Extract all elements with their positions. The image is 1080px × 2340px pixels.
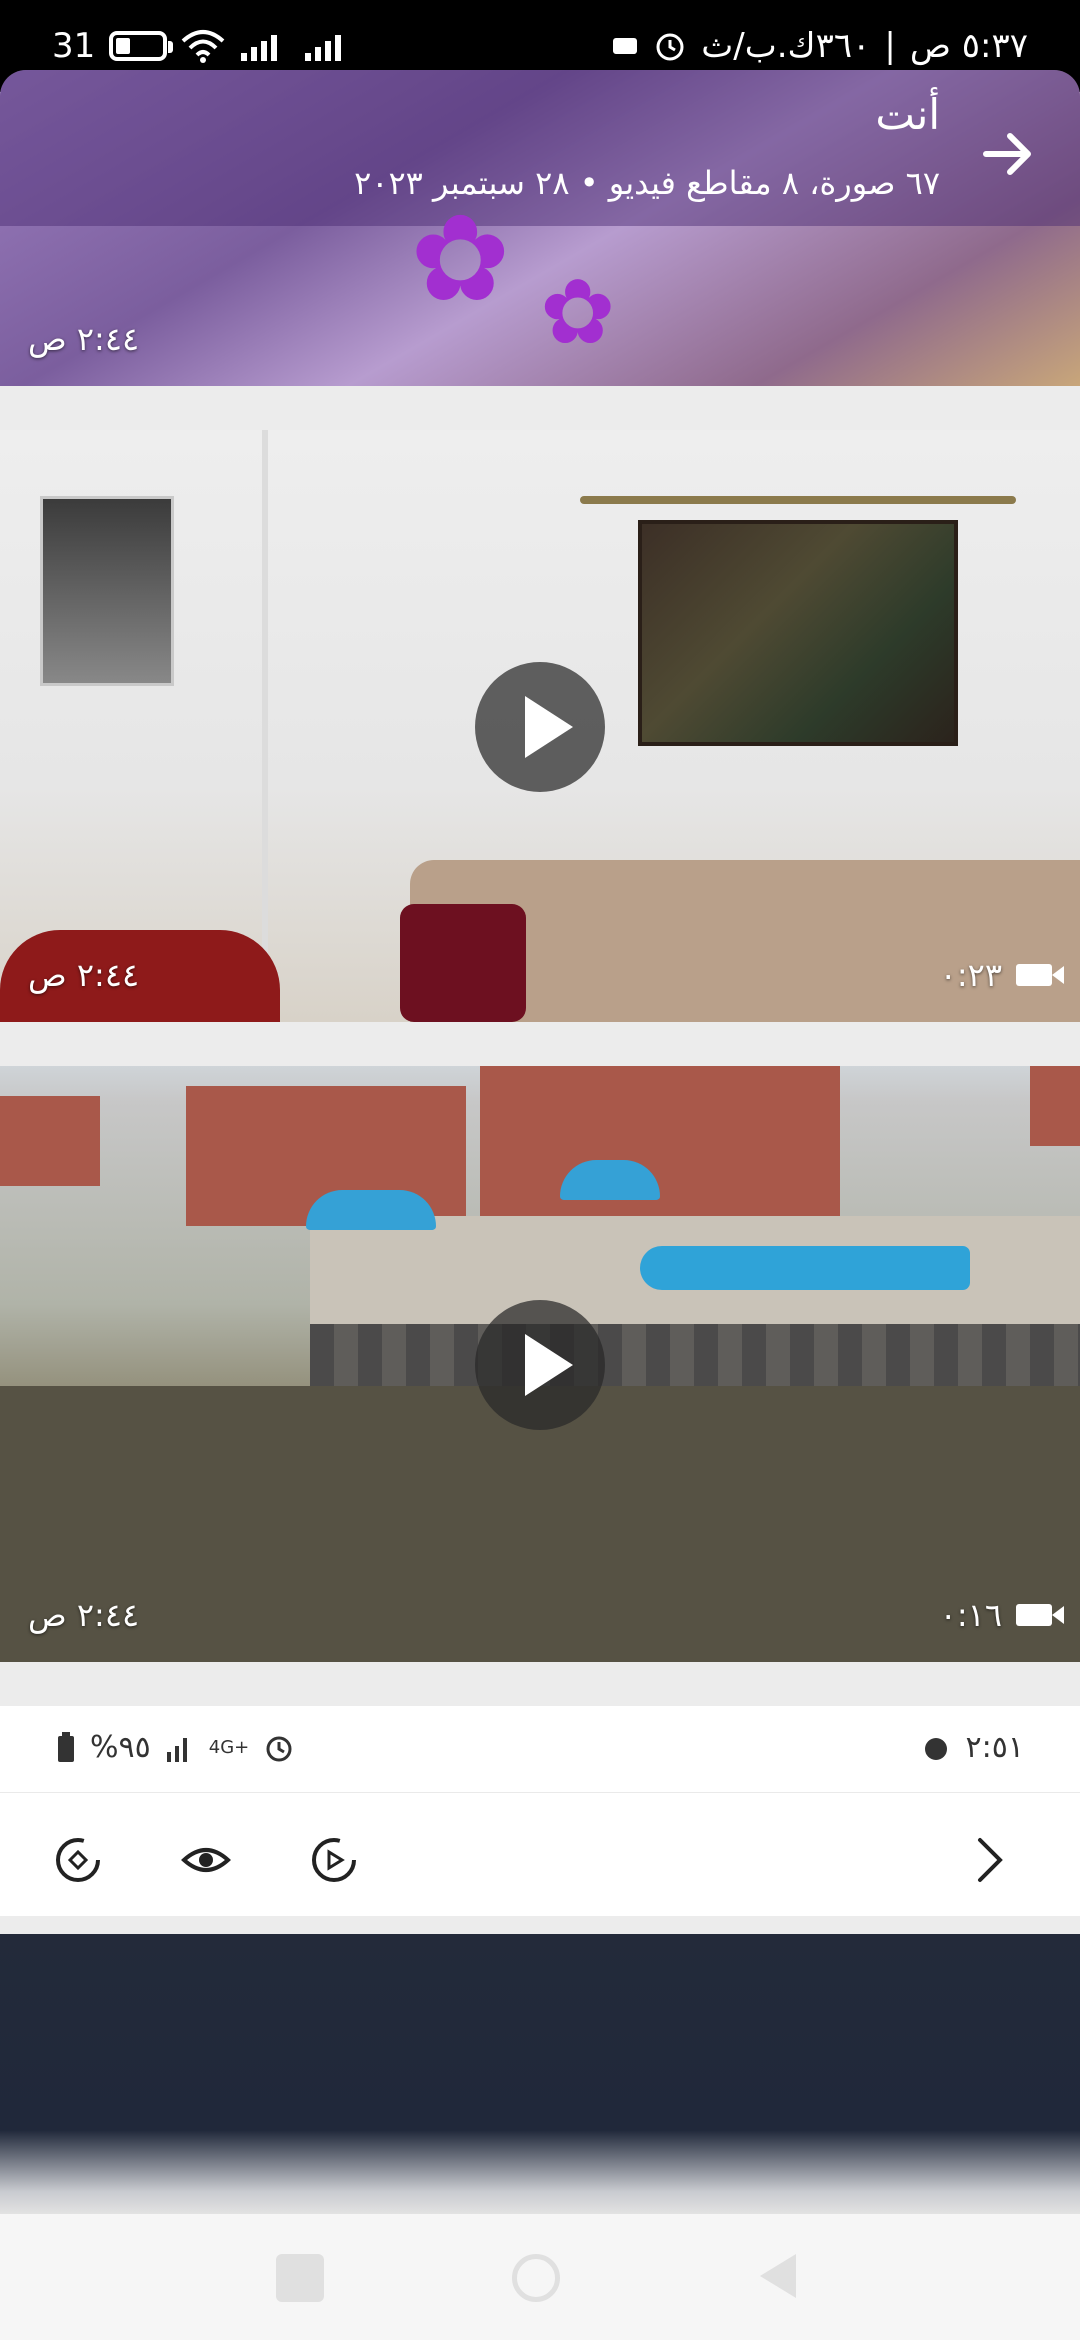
battery-percent: %٩٥ — [90, 1730, 151, 1765]
timestamp: ٢:٤٤ ص — [28, 1596, 140, 1634]
portrait-painting — [40, 496, 174, 686]
alarm-icon — [266, 1736, 292, 1761]
replay-icon[interactable] — [308, 1834, 360, 1886]
video-camera-icon — [1016, 1604, 1064, 1626]
separator: | — [884, 26, 896, 66]
panel-status-left: %٩٥ 4G+ — [56, 1730, 295, 1765]
recents-button[interactable] — [276, 2254, 324, 2302]
arrow-right-icon[interactable] — [976, 122, 1040, 186]
network-speed: ٣٦٠ك.ب/ث — [701, 26, 871, 66]
curtain-rod — [580, 496, 1016, 504]
panel-status-right: ٢:٥١ — [920, 1730, 1024, 1765]
network-type: 4G+ — [208, 1737, 250, 1758]
home-button[interactable] — [512, 2254, 560, 2302]
alarm-icon — [656, 33, 684, 61]
signal-label: 31 — [52, 26, 96, 66]
clock: ٥:٣٧ ص — [909, 26, 1028, 66]
duration-text: ٠:١٦ — [939, 1596, 1002, 1634]
album-subtitle: ٦٧ صورة، ٨ مقاطع فيديو • ٢٨ سبتمبر ٢٠٢٣ — [354, 164, 940, 202]
duration-text: ٠:٢٣ — [939, 956, 1002, 994]
play-button-icon[interactable] — [475, 662, 605, 792]
flower-decoration: ✿ — [410, 190, 511, 329]
umbrella — [306, 1190, 436, 1230]
battery-icon — [58, 1731, 74, 1762]
video-thumbnail[interactable]: ٢:٤٤ ص ٠:١٦ — [0, 1066, 1080, 1662]
building — [480, 1066, 840, 1236]
panel-status-row: %٩٥ 4G+ ٢:٥١ — [0, 1706, 1080, 1793]
album-title: أنت — [875, 90, 940, 139]
wifi-icon — [181, 30, 225, 63]
rotate-icon[interactable] — [52, 1834, 104, 1886]
signal-icon — [166, 1737, 187, 1762]
eye-icon[interactable] — [180, 1834, 232, 1886]
video-camera-icon — [1016, 964, 1064, 986]
wall-divider — [262, 430, 268, 1022]
back-button[interactable] — [760, 2254, 796, 2298]
video-duration: ٠:٢٣ — [939, 956, 1064, 994]
chevron-right-icon[interactable] — [970, 1834, 1010, 1886]
tapestry — [638, 520, 958, 746]
panel-time: ٢:٥١ — [965, 1730, 1024, 1765]
swimming-pool — [640, 1246, 970, 1290]
battery-icon — [109, 31, 174, 61]
video-duration: ٠:١٦ — [939, 1596, 1064, 1634]
panel-action-icons — [52, 1834, 360, 1886]
status-left: 31 — [52, 20, 353, 72]
timestamp: ٢:٤٤ ص — [28, 956, 140, 994]
building — [1030, 1066, 1080, 1146]
flower-decoration: ✿ — [540, 260, 616, 365]
alarm-icon — [924, 1737, 947, 1760]
navigation-bar — [0, 2214, 1080, 2340]
cushion — [400, 904, 526, 1022]
video-thumbnail[interactable]: ٢:٤٤ ص ٠:٢٣ — [0, 430, 1080, 1022]
screenshot-preview-panel[interactable]: %٩٥ 4G+ ٢:٥١ — [0, 1706, 1080, 1916]
play-button-icon[interactable] — [475, 1300, 605, 1430]
building — [0, 1096, 100, 1186]
umbrella — [560, 1160, 660, 1200]
album-cover-card[interactable]: ✿ ✿ أنت ٦٧ صورة، ٨ مقاطع فيديو • ٢٨ سبتم… — [0, 70, 1080, 386]
signal-icon — [241, 35, 278, 61]
notification-icon — [613, 38, 638, 54]
status-right: ٥:٣٧ ص | ٣٦٠ك.ب/ث — [611, 20, 1028, 72]
signal-icon-2 — [305, 35, 342, 61]
stone-wall — [310, 1324, 1080, 1390]
photo-thumbnail[interactable] — [0, 1934, 1080, 2214]
timestamp: ٢:٤٤ ص — [28, 320, 140, 358]
